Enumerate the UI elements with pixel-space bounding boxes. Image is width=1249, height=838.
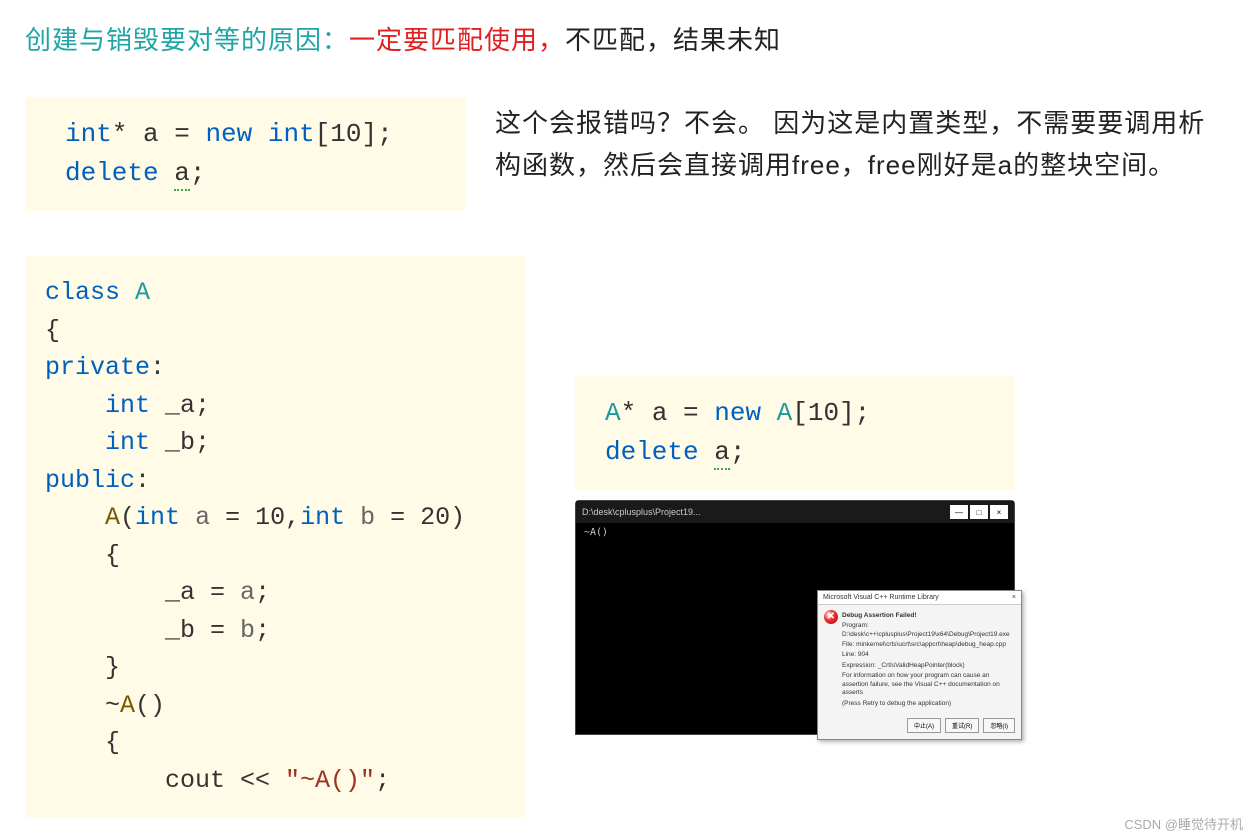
console-output: ~A()	[576, 523, 1014, 542]
dialog-close-icon[interactable]: ×	[1012, 594, 1016, 601]
header-warning: 一定要匹配使用，	[349, 25, 565, 55]
explanation-1: 这个会报错吗？不会。 因为这是内置类型，不需要要调用析构函数，然后会直接调用fr…	[495, 97, 1224, 186]
dialog-retry-hint: (Press Retry to debug the application)	[842, 700, 1015, 708]
dialog-heading: Debug Assertion Failed!	[842, 612, 1015, 620]
error-icon: ✕	[824, 610, 838, 624]
class-code-column: class A { private: int _a; int _b; publi…	[25, 256, 525, 817]
dialog-body-text: Debug Assertion Failed! Program: D:\desk…	[842, 610, 1015, 710]
dialog-info: For information on how your program can …	[842, 672, 1015, 697]
watermark: CSDN @睡觉待开机	[1124, 814, 1243, 833]
dialog-expression: Expression: _CrtIsValidHeapPointer(block…	[842, 662, 1015, 670]
right-column: A* a = new A[10]; delete a; D:\desk\cplu…	[575, 376, 1224, 735]
minimize-icon[interactable]: —	[950, 505, 968, 519]
dialog-program: Program: D:\desk\c++\cplusplus\Project19…	[842, 622, 1015, 639]
code-snippet-1: int* a = new int[10]; delete a;	[25, 97, 465, 211]
ignore-button[interactable]: 忽略(I)	[983, 718, 1015, 733]
row-snippet1: int* a = new int[10]; delete a; 这个会报错吗？不…	[25, 97, 1224, 211]
abort-button[interactable]: 中止(A)	[907, 718, 941, 733]
header-line: 创建与销毁要对等的原因：一定要匹配使用，不匹配，结果未知	[25, 20, 1224, 57]
code-class-A: class A { private: int _a; int _b; publi…	[25, 256, 525, 817]
retry-button[interactable]: 重试(R)	[945, 718, 979, 733]
dialog-file: File: minkernel\crts\ucrt\src\appcrt\hea…	[842, 641, 1015, 649]
row-main: class A { private: int _a; int _b; publi…	[25, 256, 1224, 817]
header-label: 创建与销毁要对等的原因：	[25, 25, 349, 55]
dialog-line: Line: 904	[842, 651, 1015, 659]
code-snippet-2: A* a = new A[10]; delete a;	[575, 376, 1015, 490]
dialog-buttons: 中止(A) 重试(R) 忽略(I)	[818, 714, 1021, 739]
assertion-dialog: Microsoft Visual C++ Runtime Library × ✕…	[817, 590, 1022, 740]
maximize-icon[interactable]: □	[970, 505, 988, 519]
dialog-title-text: Microsoft Visual C++ Runtime Library	[823, 594, 939, 601]
header-tail: 不匹配，结果未知	[565, 25, 781, 55]
close-icon[interactable]: ×	[990, 505, 1008, 519]
dialog-titlebar: Microsoft Visual C++ Runtime Library ×	[818, 591, 1021, 605]
debugger-path: D:\desk\cplusplus\Project19...	[582, 507, 948, 517]
debugger-window: D:\desk\cplusplus\Project19... — □ × ~A(…	[575, 500, 1015, 735]
debugger-titlebar: D:\desk\cplusplus\Project19... — □ ×	[576, 501, 1014, 523]
